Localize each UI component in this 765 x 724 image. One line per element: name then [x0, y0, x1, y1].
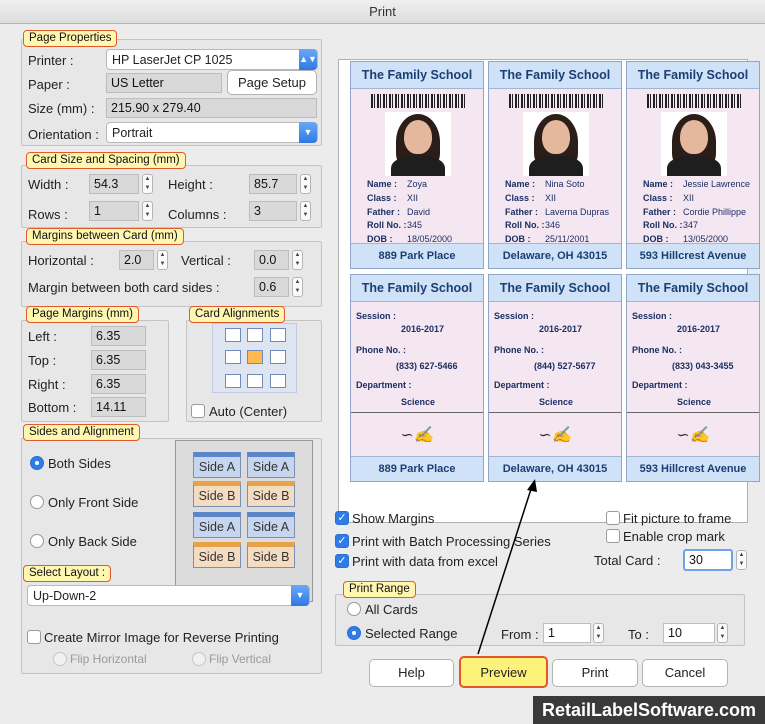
print-dialog: Page Properties Printer : HP LaserJet CP…	[1, 24, 764, 696]
help-button[interactable]: Help	[369, 659, 454, 687]
print-button[interactable]: Print	[552, 659, 638, 687]
annotation-arrow	[477, 479, 537, 655]
brand-watermark: RetailLabelSoftware.com	[533, 696, 765, 724]
window-title: Print	[0, 0, 765, 24]
cancel-button[interactable]: Cancel	[642, 659, 728, 687]
preview-button[interactable]: Preview	[459, 656, 548, 688]
